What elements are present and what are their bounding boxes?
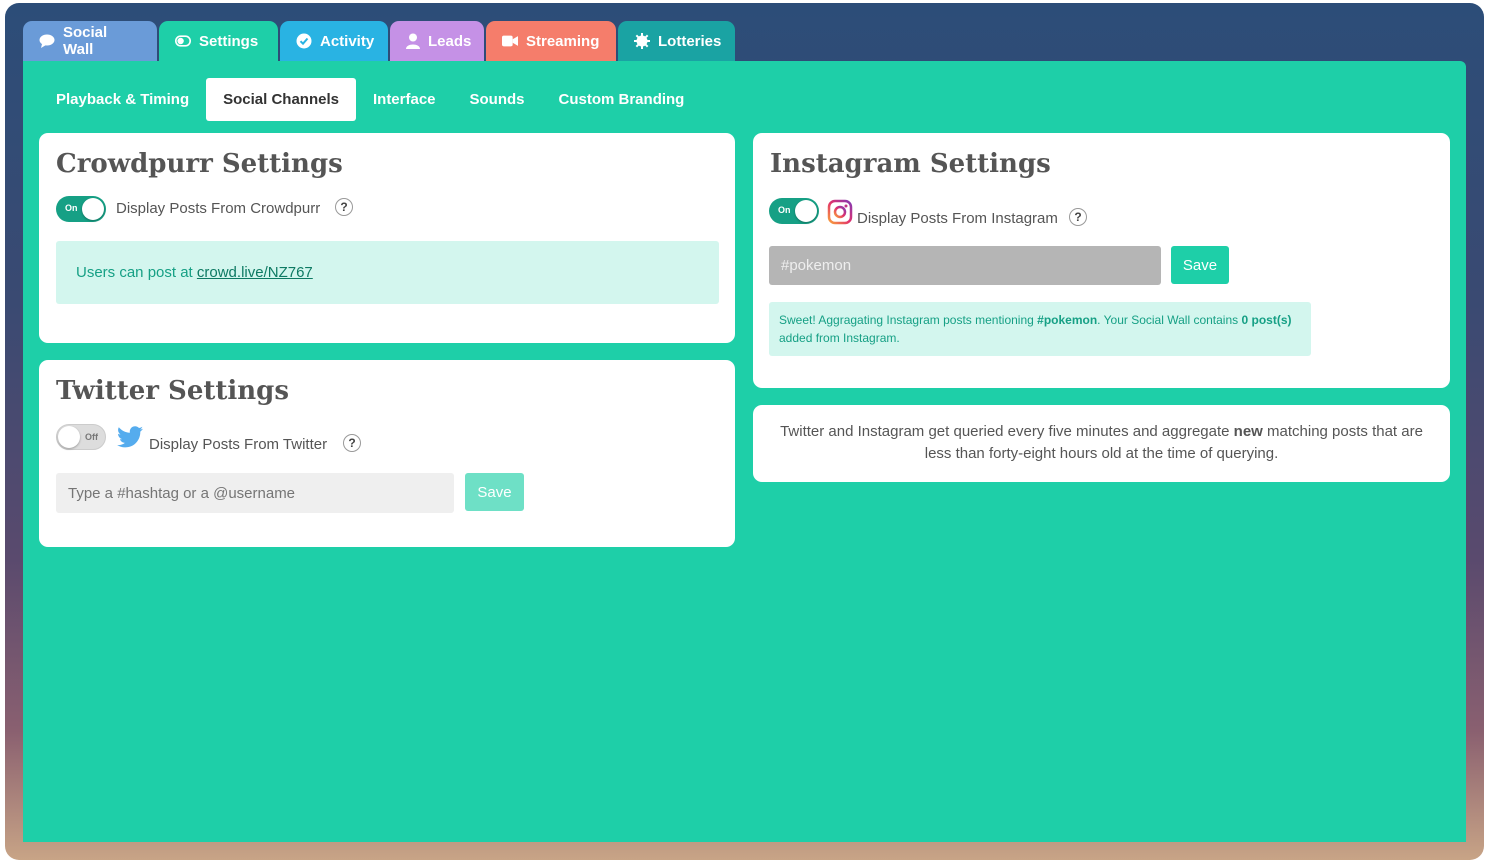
- subtab-playback-timing[interactable]: Playback & Timing: [39, 78, 206, 121]
- twitter-save-button[interactable]: Save: [465, 473, 524, 511]
- app-frame: Social Wall Settings Activity Leads Stre…: [5, 3, 1484, 860]
- crowdpurr-settings-card: Crowdpurr Settings On Display Posts From…: [39, 133, 735, 343]
- crowdpurr-toggle[interactable]: On: [56, 196, 106, 222]
- toggle-knob: [82, 198, 104, 220]
- tab-label: Social Wall: [63, 24, 108, 58]
- query-note-text-1: Twitter and Instagram get queried every …: [780, 423, 1234, 440]
- tab-social-wall[interactable]: Social Wall: [23, 21, 157, 61]
- query-note-bold: new: [1233, 423, 1263, 440]
- instagram-save-button[interactable]: Save: [1171, 246, 1229, 284]
- crowdpurr-settings-title: Crowdpurr Settings: [56, 149, 343, 179]
- crowdpurr-info-text: Users can post at: [76, 264, 197, 281]
- tab-label: Settings: [199, 32, 259, 50]
- instagram-info-text-3: added from Instagram.: [779, 331, 900, 345]
- instagram-logo-icon: [827, 199, 853, 230]
- toggle-knob: [58, 426, 80, 448]
- instagram-hashtag-input[interactable]: [769, 246, 1161, 285]
- twitter-bird-icon: [117, 426, 143, 453]
- twitter-help-icon[interactable]: ?: [343, 434, 361, 452]
- tab-label: Activity: [320, 32, 375, 50]
- toggle-state-label: On: [778, 205, 791, 215]
- settings-panel: Playback & Timing Social Channels Interf…: [23, 61, 1466, 842]
- crowdpurr-help-icon[interactable]: ?: [335, 198, 353, 216]
- crowdpurr-post-link[interactable]: crowd.live/NZ767: [197, 264, 313, 281]
- toggle-state-label: On: [65, 203, 78, 213]
- tab-label: Leads: [428, 32, 472, 50]
- tab-label: Lotteries: [658, 32, 722, 50]
- tab-label: Streaming: [526, 32, 600, 50]
- instagram-toggle[interactable]: On: [769, 198, 819, 224]
- twitter-toggle[interactable]: Off: [56, 424, 106, 450]
- subtab-social-channels[interactable]: Social Channels: [206, 78, 356, 121]
- check-circle-icon: [296, 33, 312, 49]
- instagram-help-icon[interactable]: ?: [1069, 208, 1087, 226]
- main-tabs: Social Wall Settings Activity Leads Stre…: [23, 21, 735, 61]
- tab-leads[interactable]: Leads: [390, 21, 484, 61]
- twitter-display-label: Display Posts From Twitter: [149, 436, 328, 453]
- crowdpurr-display-label: Display Posts From Crowdpurr: [116, 200, 321, 217]
- instagram-info-tag: #pokemon: [1037, 313, 1098, 327]
- tab-activity[interactable]: Activity: [280, 21, 388, 61]
- user-icon: [406, 33, 420, 49]
- subtab-sounds[interactable]: Sounds: [453, 78, 542, 121]
- toggle-state-label: Off: [85, 432, 98, 442]
- gear-badge-icon: [634, 33, 650, 49]
- query-note-card: Twitter and Instagram get queried every …: [753, 405, 1450, 482]
- crowdpurr-info-box: Users can post at crowd.live/NZ767: [56, 241, 719, 304]
- instagram-info-text-2: . Your Social Wall contains: [1097, 313, 1242, 327]
- instagram-settings-card: Instagram Settings On Display Posts From…: [753, 133, 1450, 388]
- twitter-hashtag-input[interactable]: [56, 473, 454, 513]
- instagram-info-count: 0 post(s): [1241, 313, 1292, 327]
- subtab-custom-branding[interactable]: Custom Branding: [542, 78, 702, 121]
- tab-streaming[interactable]: Streaming: [486, 21, 616, 61]
- instagram-info-text-1: Sweet! Aggragating Instagram posts menti…: [779, 313, 1038, 327]
- instagram-info-box: Sweet! Aggragating Instagram posts menti…: [769, 302, 1311, 356]
- instagram-display-label: Display Posts From Instagram: [857, 210, 1058, 227]
- tab-lotteries[interactable]: Lotteries: [618, 21, 735, 61]
- instagram-settings-title: Instagram Settings: [770, 149, 1051, 179]
- toggle-icon: [175, 33, 191, 49]
- twitter-settings-card: Twitter Settings Off Display Posts From …: [39, 360, 735, 547]
- tab-settings[interactable]: Settings: [159, 21, 278, 61]
- subtabs: Playback & Timing Social Channels Interf…: [39, 78, 701, 121]
- subtab-interface[interactable]: Interface: [356, 78, 453, 121]
- twitter-settings-title: Twitter Settings: [56, 376, 289, 406]
- toggle-knob: [795, 200, 817, 222]
- video-camera-icon: [502, 33, 518, 49]
- speech-bubble-icon: [39, 33, 55, 49]
